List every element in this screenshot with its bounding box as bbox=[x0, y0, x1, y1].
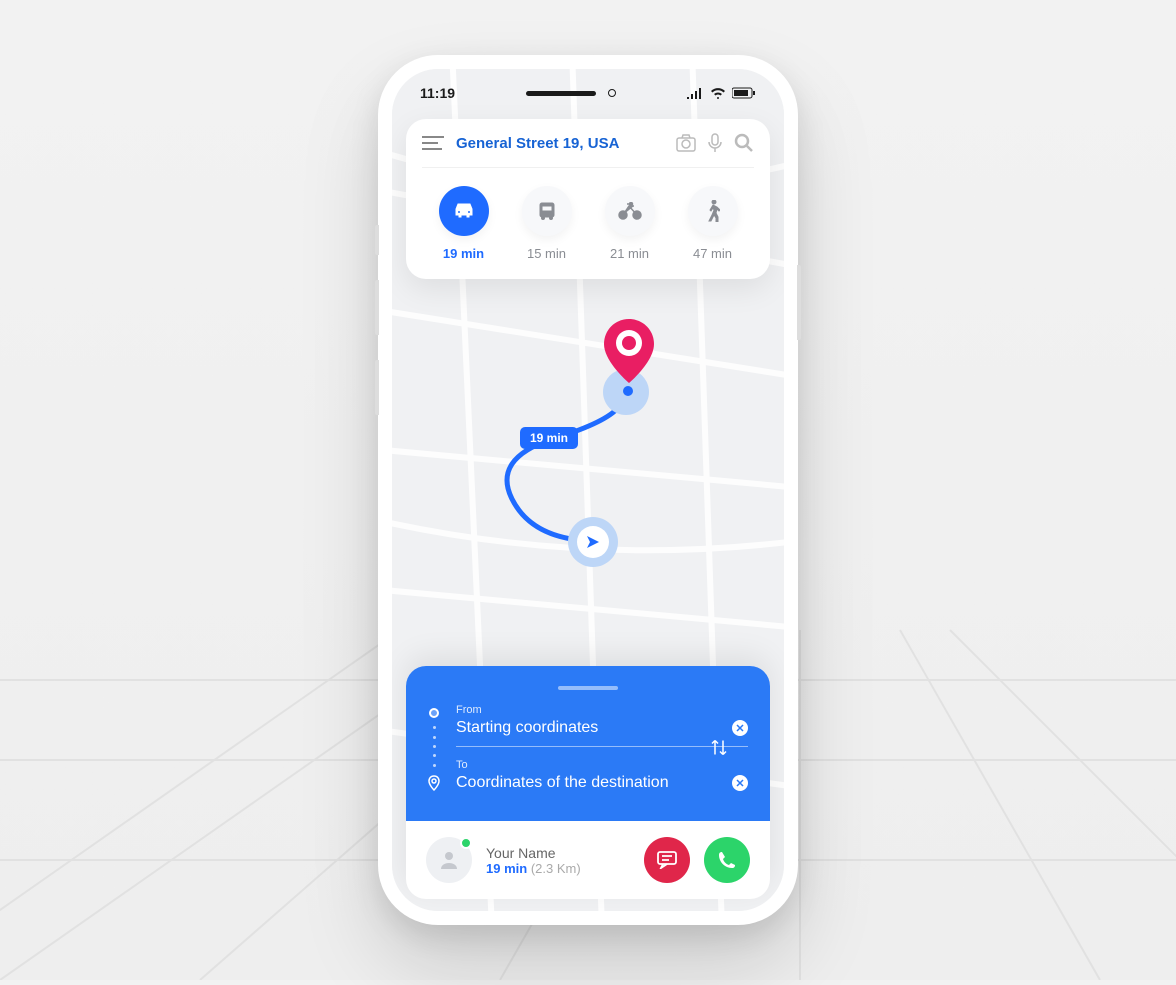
phone-camera bbox=[608, 89, 616, 97]
transport-bike-time: 21 min bbox=[610, 246, 649, 261]
chat-button[interactable] bbox=[644, 837, 690, 883]
to-input[interactable]: Coordinates of the destination bbox=[456, 774, 669, 792]
camera-icon[interactable] bbox=[676, 134, 696, 152]
status-bar: 11:19 bbox=[392, 69, 784, 109]
from-label: From bbox=[456, 704, 748, 716]
driver-name: Your Name bbox=[486, 845, 630, 861]
driver-distance: (2.3 Km) bbox=[531, 861, 581, 876]
search-input[interactable]: General Street 19, USA bbox=[456, 135, 664, 152]
transport-walk-time: 47 min bbox=[693, 246, 732, 261]
destination-pin-icon[interactable] bbox=[604, 319, 654, 388]
route-markers-line bbox=[428, 708, 440, 791]
to-label: To bbox=[456, 759, 748, 771]
phone-frame: 11:19 General Street 19, USA bbox=[378, 55, 798, 925]
status-icons bbox=[686, 87, 756, 99]
driver-row: Your Name 19 min (2.3 Km) bbox=[406, 821, 770, 899]
transport-car[interactable]: 19 min bbox=[439, 186, 489, 261]
drag-handle[interactable] bbox=[558, 686, 618, 690]
phone-side-button-right bbox=[797, 265, 801, 340]
phone-icon bbox=[718, 851, 736, 869]
destination-marker-icon bbox=[428, 775, 440, 791]
signal-icon bbox=[686, 87, 704, 99]
transport-modes: 19 min 15 min 21 min bbox=[422, 168, 754, 261]
menu-icon[interactable] bbox=[422, 136, 444, 150]
wifi-icon bbox=[710, 87, 726, 99]
driver-eta: 19 min bbox=[486, 861, 527, 876]
search-card: General Street 19, USA 19 min bbox=[406, 119, 770, 279]
microphone-icon[interactable] bbox=[708, 133, 722, 153]
battery-icon bbox=[732, 87, 756, 99]
phone-side-buttons-left bbox=[375, 225, 379, 440]
bike-icon bbox=[605, 186, 655, 236]
chat-icon bbox=[657, 851, 677, 869]
bottom-sheet: From Starting coordinates To Coordinates… bbox=[406, 666, 770, 899]
phone-speaker bbox=[526, 91, 596, 96]
current-location-marker[interactable] bbox=[568, 517, 618, 567]
phone-screen: 11:19 General Street 19, USA bbox=[392, 69, 784, 911]
input-divider bbox=[456, 746, 748, 747]
origin-marker-icon bbox=[429, 708, 439, 718]
transport-bus-time: 15 min bbox=[527, 246, 566, 261]
transport-bike[interactable]: 21 min bbox=[605, 186, 655, 261]
call-button[interactable] bbox=[704, 837, 750, 883]
clear-from-button[interactable] bbox=[732, 720, 748, 736]
route-time-badge: 19 min bbox=[520, 427, 578, 449]
online-status-dot bbox=[460, 837, 472, 849]
car-icon bbox=[439, 186, 489, 236]
person-icon bbox=[438, 849, 460, 871]
transport-walk[interactable]: 47 min bbox=[688, 186, 738, 261]
transport-car-time: 19 min bbox=[443, 246, 484, 261]
bus-icon bbox=[522, 186, 572, 236]
from-input[interactable]: Starting coordinates bbox=[456, 719, 598, 737]
clear-to-button[interactable] bbox=[732, 775, 748, 791]
search-icon[interactable] bbox=[734, 133, 754, 153]
transport-bus[interactable]: 15 min bbox=[522, 186, 572, 261]
walk-icon bbox=[688, 186, 738, 236]
status-time: 11:19 bbox=[420, 85, 455, 101]
swap-icon[interactable] bbox=[710, 737, 728, 762]
route-inputs-panel: From Starting coordinates To Coordinates… bbox=[406, 666, 770, 821]
